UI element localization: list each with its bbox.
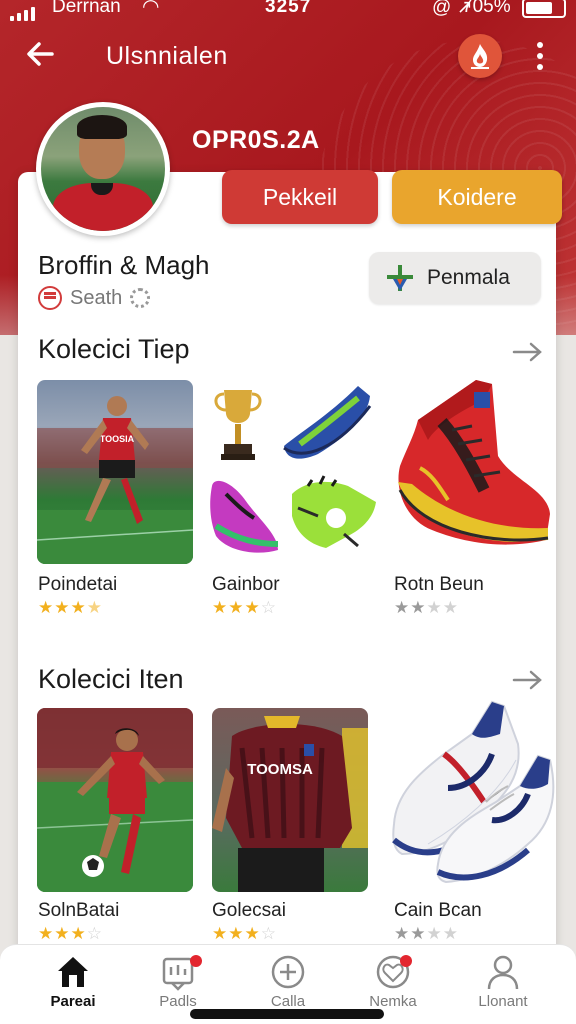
badge-button[interactable]: Penmala: [369, 252, 541, 304]
battery-icon: [522, 0, 566, 18]
item-label: Rotn Beun: [394, 574, 484, 595]
section-arrow-icon[interactable]: [512, 340, 544, 364]
jersey-text: TOOSIA: [100, 434, 135, 444]
badge-label: Penmala: [427, 266, 510, 289]
rating-stars: ★★★★: [38, 598, 103, 617]
nav-label: Llonant: [478, 993, 528, 1010]
item-label: SolnBatai: [38, 900, 120, 921]
item-card-player[interactable]: TOOSIA: [37, 380, 193, 564]
status-bar: Derrnan ◠ 3257 @ ↗ 705%: [0, 0, 576, 34]
profile-icon: [487, 955, 519, 990]
club-name: Seath: [70, 286, 123, 309]
item-card-gear[interactable]: [208, 376, 380, 566]
avatar[interactable]: [36, 102, 170, 236]
nav-item-chat[interactable]: Padls: [128, 953, 228, 1010]
club-crest-icon: [38, 286, 62, 310]
nav-item-home[interactable]: Pareai: [23, 953, 123, 1010]
item-card-jersey[interactable]: TOOMSA: [212, 708, 368, 892]
nav-item-favorites[interactable]: Nemka: [343, 953, 443, 1010]
item-label: Gainbor: [212, 574, 280, 595]
jersey-text: TOOMSA: [247, 761, 313, 778]
flame-button[interactable]: [458, 34, 502, 78]
section-title-iten: Kolecici Iten: [38, 664, 184, 694]
nav-item-profile[interactable]: Llonant: [453, 953, 553, 1010]
clock: 3257: [265, 0, 312, 17]
notification-dot: [190, 955, 202, 967]
back-arrow-icon[interactable]: [22, 36, 62, 76]
nav-label: Padls: [159, 993, 197, 1010]
home-indicator[interactable]: [190, 1009, 384, 1019]
rating-stars: ★★★☆: [38, 924, 103, 943]
home-icon: [58, 957, 88, 987]
battery-percent: 705%: [462, 0, 511, 17]
section-title-tiep: Kolecici Tiep: [38, 334, 190, 364]
nav-label: Calla: [270, 993, 306, 1010]
item-card-player-ball[interactable]: [37, 708, 193, 892]
nav-item-add[interactable]: Calla: [238, 953, 338, 1010]
more-options-icon[interactable]: [530, 38, 550, 74]
item-label: Cain Bcan: [394, 900, 482, 921]
rating-stars: ★★★☆: [212, 924, 277, 943]
profile-meta: Seath: [38, 286, 151, 310]
carrier-name: Derrnan: [52, 0, 121, 17]
team-badge-icon: [387, 265, 413, 291]
loading-icon: [130, 288, 151, 308]
profile-code: OPR0S.2A: [192, 126, 320, 154]
item-label: Poindetai: [38, 574, 118, 595]
wifi-icon: ◠: [142, 0, 160, 18]
nav-label: Nemka: [369, 993, 417, 1010]
nav-label: Pareai: [50, 993, 96, 1010]
add-icon: [271, 955, 305, 989]
player-photo: [41, 107, 165, 231]
notification-dot: [400, 955, 412, 967]
primary-action-button[interactable]: Pekkeil: [222, 170, 378, 224]
flame-icon: [471, 44, 489, 69]
item-card-sneakers[interactable]: [388, 694, 558, 890]
section-arrow-icon[interactable]: [512, 668, 544, 692]
rating-stars: ★★★★: [394, 924, 459, 943]
item-card-red-boot[interactable]: [392, 370, 556, 560]
profile-name: Broffin & Magh: [38, 250, 210, 280]
rating-stars: ★★★★: [394, 598, 459, 617]
item-label: Golecsai: [212, 900, 286, 921]
secondary-action-button[interactable]: Koidere: [392, 170, 562, 224]
signal-icon: [10, 5, 35, 21]
rating-stars: ★★★☆: [212, 598, 277, 617]
app-bar-title: Ulsnnialen: [106, 42, 228, 70]
